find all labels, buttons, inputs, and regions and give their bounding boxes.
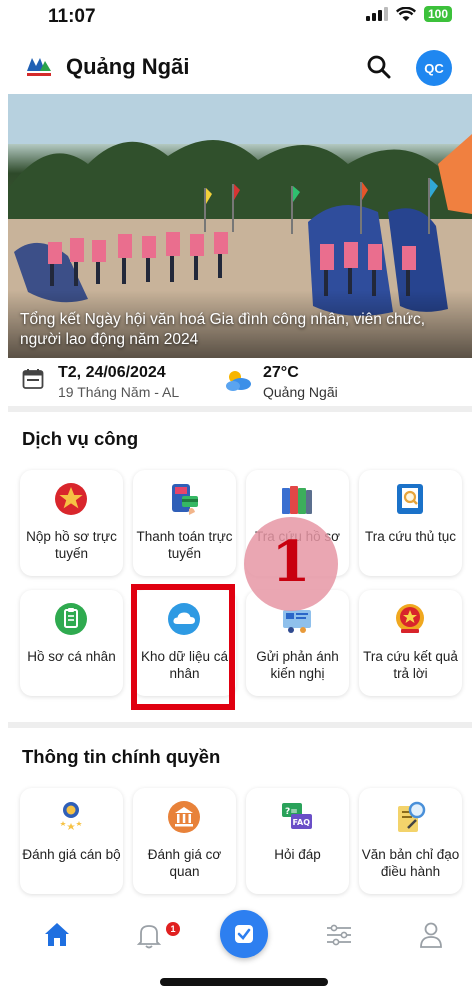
info-directive-documents[interactable]: Văn bản chỉ đạo điều hành [359,788,462,894]
step-number: 1 [271,529,311,595]
signal-icon [365,7,388,21]
section-divider [8,406,472,412]
current-date: T2, 24/06/2024 [58,364,166,381]
highlight-box [131,584,235,710]
sliders-icon[interactable] [322,918,356,952]
notification-badge: 1 [166,922,180,936]
center-action-button[interactable] [220,910,268,958]
status-time: 11:07 [48,6,96,27]
agency-icon [168,801,200,833]
info-label: Hỏi đáp [274,847,321,862]
document-search-icon [397,484,423,514]
service-label: Gửi phản ánh kiến nghị [256,649,339,681]
temperature: 27°C [263,364,299,381]
user-icon[interactable] [414,918,448,952]
service-personal-dossier[interactable]: Hồ sơ cá nhân [20,590,123,696]
section-divider [8,722,472,728]
service-procedure-lookup[interactable]: Tra cứu thủ tục [359,470,462,576]
faq-icon: ?= FAQ [282,803,312,829]
app-logo [27,58,51,76]
info-label: Đánh giá cán bộ [22,847,121,862]
app-title: Quảng Ngãi [66,54,190,79]
banner-caption: Tổng kết Ngày hội văn hoá Gia đình công … [20,311,426,348]
public-services-title: Dịch vụ công [22,428,139,449]
payment-icon [172,484,198,515]
wifi-icon [395,6,416,21]
home-indicator [160,978,328,986]
directive-document-icon [398,801,426,832]
officer-rating-icon [60,802,82,830]
weather-location: Quảng Ngãi [263,384,338,400]
search-icon[interactable] [364,52,394,82]
star-emblem-icon [55,483,87,515]
service-online-payment[interactable]: Thanh toán trực tuyến [133,470,236,576]
info-agency-rating[interactable]: Đánh giá cơ quan [133,788,236,894]
service-answer-lookup[interactable]: Tra cứu kết quả trả lời [359,590,462,696]
status-bar: 11:07 100 [0,0,472,34]
national-emblem-icon [396,604,424,633]
status-indicators: 100 [365,6,452,22]
check-icon [235,925,253,943]
info-label: Đánh giá cơ quan [147,847,222,879]
bottom-nav: 1 [0,908,472,968]
info-officer-rating[interactable]: Đánh giá cán bộ [20,788,123,894]
weather-icon [226,371,251,391]
date-weather-row: T2, 24/06/2024 19 Tháng Năm - AL 27°C Qu… [0,360,472,406]
calendar-icon [22,369,44,389]
government-info-grid: Đánh giá cán bộ Đánh giá cơ quan ?= FAQ … [20,788,468,894]
service-label: Tra cứu kết quả trả lời [363,649,458,681]
government-info-title: Thông tin chính quyền [22,746,221,767]
home-icon[interactable] [40,918,74,952]
info-faq[interactable]: ?= FAQ Hỏi đáp [246,788,349,894]
folders-icon [282,486,312,514]
bell-icon[interactable] [132,918,166,952]
service-label: Tra cứu thủ tục [364,529,457,544]
service-label: Hồ sơ cá nhân [27,649,116,664]
svg-text:FAQ: FAQ [293,818,311,827]
app-header: Quảng Ngãi QC [0,40,472,94]
step-marker: 1 [244,517,338,611]
public-services-grid: Nộp hồ sơ trực tuyến Thanh toán trực tuy… [20,470,468,696]
service-label: Thanh toán trực tuyến [136,529,233,561]
info-label: Văn bản chỉ đạo điều hành [361,847,460,879]
clipboard-icon [55,603,87,635]
news-banner[interactable]: Tổng kết Ngày hội văn hoá Gia đình công … [8,94,472,358]
battery-indicator: 100 [423,6,452,22]
service-submit-dossier[interactable]: Nộp hồ sơ trực tuyến [20,470,123,576]
avatar[interactable]: QC [416,50,452,86]
lunar-date: 19 Tháng Năm - AL [58,384,180,400]
service-label: Nộp hồ sơ trực tuyến [26,529,117,561]
